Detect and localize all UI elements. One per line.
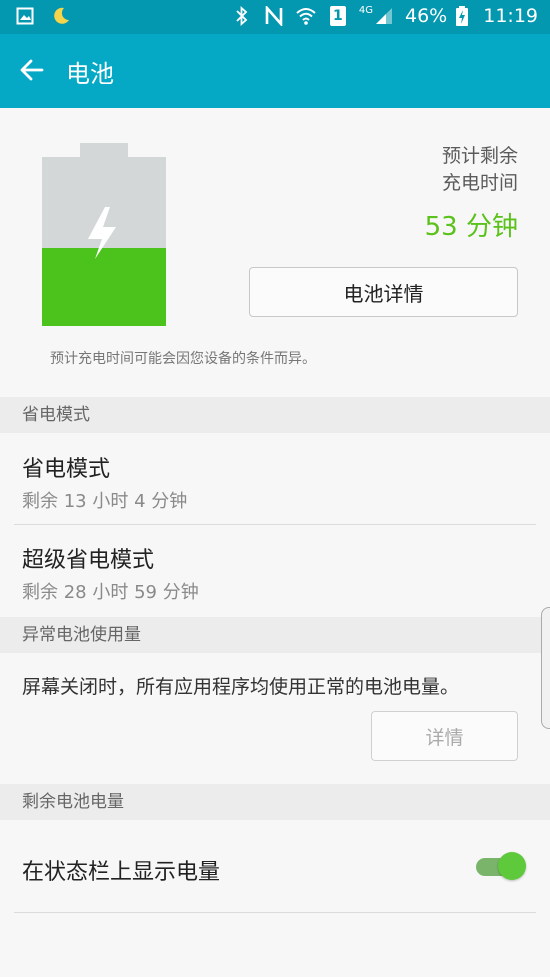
image-icon (14, 5, 36, 27)
abnormal-usage-message: 屏幕关闭时，所有应用程序均使用正常的电池电量。 (22, 676, 460, 698)
power-saving-title: 省电模式 (22, 457, 111, 482)
divider (14, 524, 536, 525)
status-bar: 1 4G 46% 11:19 (0, 0, 550, 34)
divider (14, 912, 536, 913)
clock: 11:19 (483, 5, 538, 27)
toggle-knob (498, 852, 526, 880)
ultra-power-saving-title: 超级省电模式 (22, 548, 155, 573)
wifi-icon (295, 5, 317, 27)
ultra-power-saving-remaining: 剩余 28 小时 59 分钟 (22, 582, 199, 603)
battery-graphic (42, 143, 166, 330)
arrow-left-icon[interactable] (18, 56, 48, 86)
charging-time-note: 预计充电时间可能会因您设备的条件而异。 (50, 351, 316, 367)
moon-icon (50, 5, 72, 27)
edge-panel-handle[interactable] (541, 607, 550, 729)
sim-slot-label: 1 (333, 8, 343, 24)
page-title: 电池 (66, 60, 114, 88)
section-header-power-saving: 省电模式 (0, 397, 550, 433)
app-bar: 电池 (0, 34, 550, 108)
signal-icon (373, 5, 395, 27)
show-percentage-label: 在状态栏上显示电量 (22, 860, 221, 885)
battery-fill (42, 248, 166, 326)
nfc-icon (263, 5, 285, 27)
eta-value: 53 分钟 (424, 212, 518, 242)
section-header-remaining-battery: 剩余电池电量 (0, 784, 550, 820)
battery-charging-icon (451, 5, 473, 27)
eta-label-line2: 充电时间 (441, 172, 518, 194)
bluetooth-icon (231, 5, 253, 27)
eta-label: 预计剩余 充电时间 (442, 143, 518, 197)
section-header-abnormal-usage: 异常电池使用量 (0, 617, 550, 653)
eta-label-line1: 预计剩余 (441, 145, 518, 167)
sim-icon: 1 (327, 5, 349, 27)
battery-details-button[interactable]: 电池详情 (249, 267, 518, 317)
battery-percent: 46% (405, 5, 448, 27)
show-percentage-toggle[interactable] (474, 852, 526, 882)
network-type-label: 4G (358, 4, 373, 16)
power-saving-remaining: 剩余 13 小时 4 分钟 (22, 491, 188, 512)
details-button[interactable]: 详情 (371, 711, 518, 761)
